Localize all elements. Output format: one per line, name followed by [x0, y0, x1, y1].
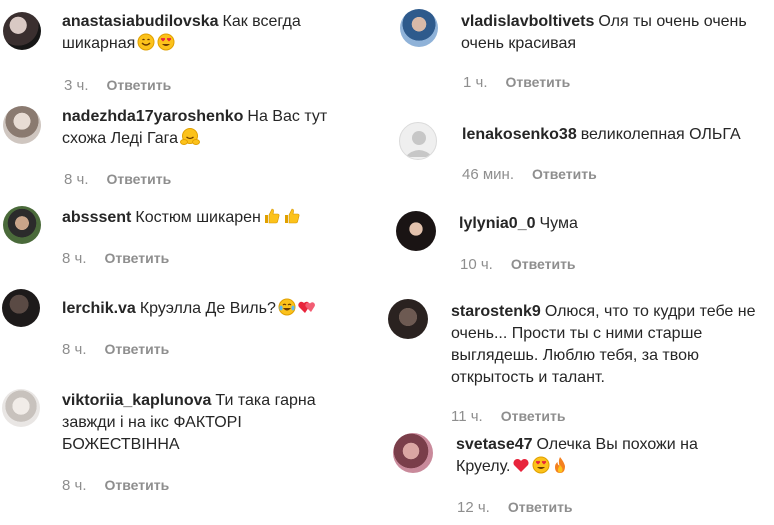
avatar[interactable]	[2, 289, 40, 327]
comment-username[interactable]: absssent	[62, 209, 131, 226]
reply-button[interactable]: Ответить	[508, 499, 573, 515]
tears-of-joy-emoji-icon	[278, 298, 296, 323]
comment-body: Круэлла Де Виль?	[139, 300, 276, 317]
comment-body: Костюм шикарен	[135, 209, 261, 226]
comment-meta: 12 ч. Ответить	[457, 499, 573, 516]
comment-time: 10 ч.	[460, 256, 493, 273]
comment-time: 8 ч.	[62, 250, 87, 267]
reply-button[interactable]: Ответить	[511, 256, 576, 272]
comment-time: 12 ч.	[457, 499, 490, 516]
comment-meta: 8 ч. Ответить	[62, 250, 169, 267]
thumbs-up-emoji-icon	[263, 207, 281, 232]
comment-meta: 8 ч. Ответить	[62, 477, 169, 494]
comment-meta: 8 ч. Ответить	[64, 171, 171, 188]
comment-meta: 8 ч. Ответить	[62, 341, 169, 358]
comment-username[interactable]: starostenk9	[451, 303, 541, 320]
comment-meta: 3 ч. Ответить	[64, 77, 171, 94]
avatar[interactable]	[3, 106, 41, 144]
comment-text: lenakosenko38 великолепная ОЛЬГА	[462, 124, 762, 146]
comment-text: vladislavboltivets Оля ты очень очень оче…	[461, 11, 751, 55]
avatar[interactable]	[396, 211, 436, 251]
comment-text: anastasiabudilovska Как всегда шикарная	[62, 11, 352, 58]
comment-text: starostenk9 Олюся, что то кудри тебе не о…	[451, 301, 756, 389]
comment-meta: 1 ч. Ответить	[463, 74, 570, 91]
comment-username[interactable]: lenakosenko38	[462, 126, 577, 143]
comment-time: 8 ч.	[62, 477, 87, 494]
comment-body: Чума	[539, 215, 578, 232]
comment-time: 8 ч.	[64, 171, 89, 188]
comment-username[interactable]: svetase47	[456, 436, 533, 453]
comment-username[interactable]: anastasiabudilovska	[62, 13, 219, 30]
reply-button[interactable]: Ответить	[532, 166, 597, 182]
fire-emoji-icon	[552, 456, 568, 481]
reply-button[interactable]: Ответить	[105, 477, 170, 493]
comment-time: 46 мин.	[462, 166, 514, 183]
comment-time: 11 ч.	[451, 408, 483, 425]
smile-emoji-icon	[137, 33, 155, 58]
comment-meta: 10 ч. Ответить	[460, 256, 576, 273]
comment-text: lylynia0_0 Чума	[459, 213, 749, 235]
reply-button[interactable]: Ответить	[105, 341, 170, 357]
comment-username[interactable]: viktoriia_kaplunova	[62, 392, 211, 409]
default-user-icon	[405, 131, 433, 157]
comment-text: svetase47 Олечка Вы похожи на Круелу.	[456, 434, 756, 481]
avatar[interactable]	[393, 433, 433, 473]
hearts-emoji-icon	[298, 298, 318, 323]
comment-meta: 46 мин. Ответить	[462, 166, 597, 183]
comment-text: absssent Костюм шикарен	[62, 207, 352, 232]
comment-username[interactable]: lerchik.va	[62, 300, 136, 317]
comment-time: 3 ч.	[64, 77, 89, 94]
avatar[interactable]	[3, 12, 41, 50]
reply-button[interactable]: Ответить	[107, 77, 172, 93]
comment-time: 1 ч.	[463, 74, 488, 91]
red-heart-emoji-icon	[512, 456, 530, 481]
comment-text: viktoriia_kaplunova Ти така гарна завжди …	[62, 390, 352, 456]
avatar[interactable]	[3, 206, 41, 244]
comment-username[interactable]: nadezhda17yaroshenko	[62, 108, 243, 125]
comment-text: nadezhda17yaroshenko На Вас тут схожа Лед…	[62, 106, 352, 153]
hug-emoji-icon	[180, 128, 201, 153]
comment-body: великолепная ОЛЬГА	[580, 126, 741, 143]
reply-button[interactable]: Ответить	[107, 171, 172, 187]
reply-button[interactable]: Ответить	[506, 74, 571, 90]
comment-username[interactable]: vladislavboltivets	[461, 13, 594, 30]
comment-time: 8 ч.	[62, 341, 87, 358]
comment-username[interactable]: lylynia0_0	[459, 215, 536, 232]
comment-text: lerchik.va Круэлла Де Виль?	[62, 298, 352, 323]
avatar[interactable]	[399, 122, 437, 160]
heart-eyes-emoji-icon	[532, 456, 550, 481]
comment-meta: 11 ч. Ответить	[451, 408, 565, 425]
avatar[interactable]	[400, 9, 438, 47]
thumbs-up-emoji-icon	[283, 207, 301, 232]
reply-button[interactable]: Ответить	[501, 408, 566, 424]
heart-eyes-emoji-icon	[157, 33, 175, 58]
reply-button[interactable]: Ответить	[105, 250, 170, 266]
avatar[interactable]	[2, 389, 40, 427]
avatar[interactable]	[388, 299, 428, 339]
